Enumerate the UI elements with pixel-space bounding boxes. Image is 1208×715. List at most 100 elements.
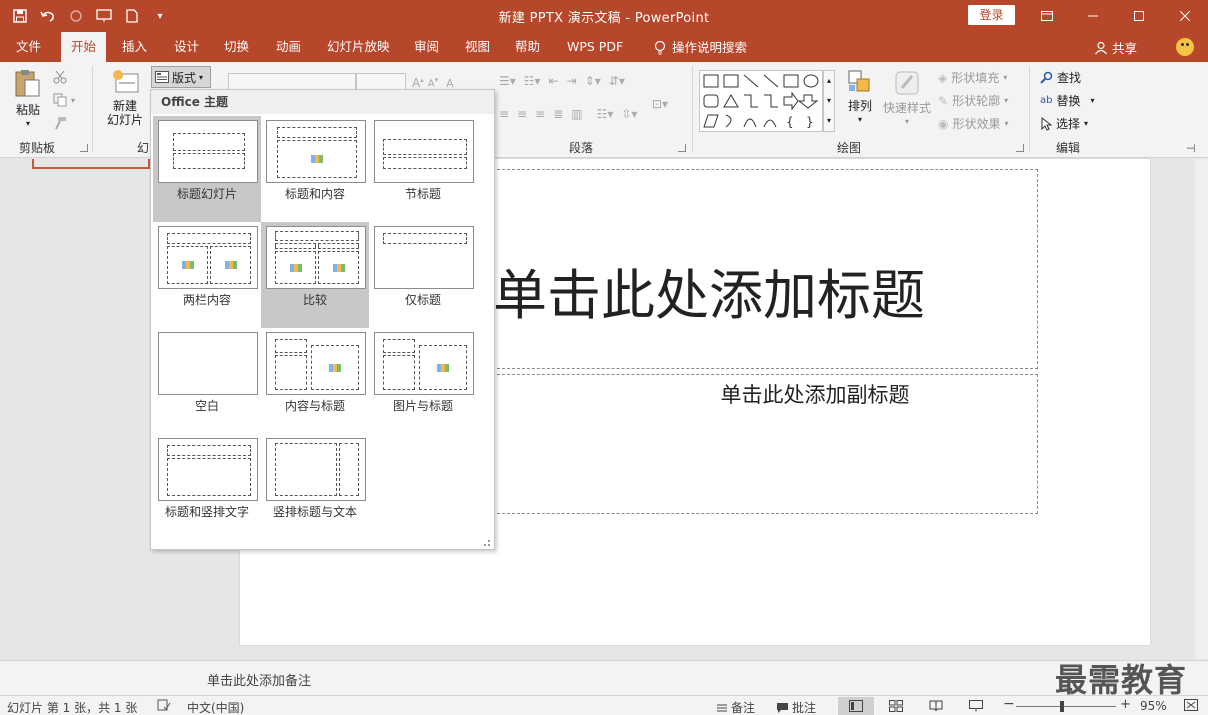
resize-grip-icon[interactable]: [484, 540, 490, 546]
tab-slideshow[interactable]: 幻灯片放映: [317, 32, 400, 62]
reading-view-icon[interactable]: [918, 697, 954, 715]
layout-label: 空白: [194, 399, 219, 413]
slideshow-view-icon[interactable]: [958, 697, 994, 715]
drawing-launcher-icon[interactable]: [1016, 144, 1024, 152]
tab-transitions[interactable]: 切换: [214, 32, 259, 62]
zoom-slider-handle[interactable]: [1060, 701, 1064, 712]
columns-icon[interactable]: ☷▾: [597, 107, 614, 121]
tab-wps-pdf[interactable]: WPS PDF: [557, 32, 633, 62]
layout-title-vertical-text[interactable]: 标题和竖排文字: [153, 434, 261, 540]
distributed-icon[interactable]: ▥: [571, 107, 582, 121]
title-placeholder[interactable]: 单击此处添加标题: [492, 169, 1038, 369]
comments-toggle[interactable]: 批注: [776, 699, 816, 715]
layout-title-content[interactable]: 标题和内容: [261, 116, 369, 222]
layout-thumbnail: [158, 332, 258, 395]
paragraph-group-label: 段落: [569, 141, 594, 155]
ribbon-display-icon[interactable]: [1024, 0, 1070, 32]
arrange-dropdown-icon: ▾: [857, 115, 862, 124]
tab-home[interactable]: 开始: [61, 32, 107, 62]
zoom-slider[interactable]: [1016, 706, 1116, 707]
replace-button[interactable]: ab 替换 ▾: [1040, 92, 1095, 109]
quick-styles-button[interactable]: 快速样式 ▾: [880, 68, 934, 129]
comment-icon: [777, 702, 788, 713]
copy-button[interactable]: ▾: [53, 93, 75, 107]
tab-insert[interactable]: 插入: [112, 32, 157, 62]
notes-toggle[interactable]: 备注: [716, 699, 755, 715]
line-spacing-icon[interactable]: ⇕▾: [585, 74, 601, 88]
align-center-icon[interactable]: ≡: [517, 107, 527, 121]
tab-design[interactable]: 设计: [164, 32, 209, 62]
shape-effects-button[interactable]: ◉ 形状效果 ▾: [938, 115, 1009, 132]
language-indicator[interactable]: 中文(中国): [187, 699, 244, 715]
tab-review[interactable]: 审阅: [404, 32, 449, 62]
layout-label: 两栏内容: [182, 293, 231, 307]
layout-blank[interactable]: 空白: [153, 328, 261, 434]
text-direction-icon[interactable]: ⇵▾: [609, 74, 625, 88]
login-button[interactable]: 登录: [968, 5, 1015, 25]
cursor-icon: [1041, 116, 1052, 131]
search-icon: [1040, 71, 1053, 84]
minimize-icon[interactable]: [1070, 0, 1116, 32]
quick-styles-label: 快速样式: [882, 101, 931, 115]
smartart-icon[interactable]: ⊡▾: [652, 97, 668, 111]
select-label: 选择: [1056, 117, 1081, 131]
numbering-icon[interactable]: ☷▾: [524, 74, 541, 88]
layout-vertical-title-text[interactable]: 竖排标题与文本: [261, 434, 369, 540]
tell-me-search[interactable]: 操作说明搜索: [644, 32, 757, 62]
fit-slide-icon[interactable]: [1184, 699, 1198, 711]
tab-file[interactable]: 文件: [6, 32, 51, 62]
subtitle-placeholder[interactable]: 单击此处添加副标题: [492, 374, 1038, 514]
vertical-scrollbar[interactable]: [1195, 159, 1208, 659]
share-button[interactable]: 共享: [1094, 38, 1137, 57]
clipboard-launcher-icon[interactable]: [80, 144, 88, 152]
layout-comparison[interactable]: 比较: [261, 222, 369, 328]
zoom-level[interactable]: 95%: [1140, 699, 1167, 713]
paragraph-launcher-icon[interactable]: [678, 144, 686, 152]
shape-outline-button[interactable]: ✎ 形状轮廓 ▾: [938, 92, 1008, 109]
zoom-in-icon[interactable]: +: [1120, 697, 1131, 712]
normal-view-icon[interactable]: [838, 697, 874, 715]
select-button[interactable]: 选择 ▾: [1040, 115, 1088, 132]
justify-icon[interactable]: ≣: [553, 107, 563, 121]
format-painter-button[interactable]: [53, 116, 67, 130]
status-bar: 幻灯片 第 1 张，共 1 张 中文(中国) 备注 批注 − + 95%: [0, 695, 1208, 715]
align-right-icon[interactable]: ≡: [535, 107, 545, 121]
feedback-smiley-icon[interactable]: [1176, 38, 1194, 56]
arrange-button[interactable]: 排列 ▾: [843, 68, 877, 127]
layout-button[interactable]: 版式 ▾: [151, 66, 211, 88]
pin-ribbon-icon[interactable]: ⊣: [1186, 142, 1196, 155]
shapes-scroll[interactable]: ▴ ▾ ▾: [823, 70, 835, 132]
tab-view[interactable]: 视图: [455, 32, 500, 62]
notes-icon: [717, 704, 727, 711]
close-icon[interactable]: [1162, 0, 1208, 32]
shape-fill-button[interactable]: ◈ 形状填充 ▾: [938, 69, 1007, 86]
outdent-icon[interactable]: ⇥: [567, 74, 577, 88]
paste-button[interactable]: 粘贴 ▾: [10, 68, 46, 131]
align-left-icon[interactable]: ≡: [499, 107, 509, 121]
layout-picture-caption[interactable]: 图片与标题: [369, 328, 477, 434]
notes-pane[interactable]: 单击此处添加备注: [150, 660, 1208, 695]
slide-sorter-icon[interactable]: [878, 697, 914, 715]
maximize-icon[interactable]: [1116, 0, 1162, 32]
shapes-gallery[interactable]: {}: [699, 70, 823, 132]
layout-two-content[interactable]: 两栏内容: [153, 222, 261, 328]
slide-thumbnail[interactable]: [32, 159, 150, 169]
zoom-out-icon[interactable]: −: [1003, 696, 1015, 712]
new-slide-label: 新建: [112, 99, 137, 113]
indent-icon[interactable]: ⇤: [549, 74, 559, 88]
spellcheck-icon[interactable]: [157, 699, 171, 711]
layout-title-only[interactable]: 仅标题: [369, 222, 477, 328]
bullets-icon[interactable]: ☰▾: [499, 74, 516, 88]
layout-content-caption[interactable]: 内容与标题: [261, 328, 369, 434]
tab-help[interactable]: 帮助: [505, 32, 550, 62]
find-button[interactable]: 查找: [1040, 69, 1081, 86]
font-size-buttons[interactable]: A▴ A▾ A: [412, 76, 454, 90]
layout-section-header[interactable]: 节标题: [369, 116, 477, 222]
layout-title-slide[interactable]: 标题幻灯片: [153, 116, 261, 222]
layout-label: 比较: [302, 293, 327, 307]
arrange-icon: [848, 70, 870, 92]
tab-animations[interactable]: 动画: [266, 32, 311, 62]
cut-button[interactable]: [53, 70, 67, 84]
align-text-icon[interactable]: ⇳▾: [621, 107, 637, 121]
new-slide-button[interactable]: 新建 幻灯片: [100, 68, 150, 127]
